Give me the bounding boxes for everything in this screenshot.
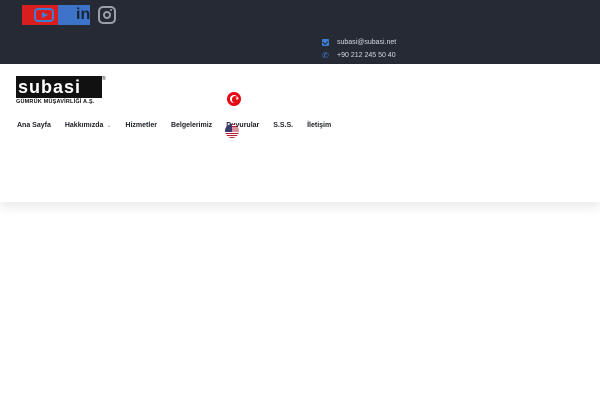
phone-text[interactable]: +90 212 245 50 40: [337, 49, 396, 62]
email-row[interactable]: subasi@subasi.net: [322, 36, 396, 49]
top-bar: in subasi@subasi.net ✆ +90 212 245 50 40: [0, 0, 600, 64]
instagram-icon[interactable]: [98, 6, 116, 24]
nav-label: S.S.S.: [273, 122, 294, 129]
phone-row[interactable]: ✆ +90 212 245 50 40: [322, 49, 396, 62]
turkey-flag-icon[interactable]: ★: [227, 92, 241, 106]
logo-registered: ®: [102, 76, 106, 82]
site-header: subasi ® GÜMRÜK MÜŞAVİRLİĞİ A.Ş. Ana Say…: [0, 64, 600, 202]
site-logo[interactable]: subasi ® GÜMRÜK MÜŞAVİRLİĞİ A.Ş.: [16, 76, 108, 106]
linkedin-label: in: [76, 6, 91, 23]
chevron-down-icon: ⌄: [106, 123, 112, 129]
phone-icon: ✆: [322, 51, 329, 60]
nav-label: Belgelerimiz: [170, 122, 213, 129]
nav-label: İletişim: [307, 122, 332, 129]
nav-label: Hizmetler: [125, 122, 157, 129]
nav-label: Ana Sayfa: [17, 122, 51, 129]
nav-label: Hakkımızda: [64, 122, 104, 129]
logo-tagline: GÜMRÜK MÜŞAVİRLİĞİ A.Ş.: [16, 99, 95, 105]
nav-item-belgelerimiz[interactable]: Belgelerimiz: [171, 122, 212, 129]
contact-info: subasi@subasi.net ✆ +90 212 245 50 40: [322, 36, 396, 62]
main-nav: Ana Sayfa Hakkımızda ⌄ Hizmetler Belgeler…: [17, 122, 345, 129]
flag-canton: [225, 124, 232, 132]
star-icon: ★: [235, 95, 240, 102]
nav-item-sss[interactable]: S.S.S.: [273, 122, 293, 129]
email-text[interactable]: subasi@subasi.net: [337, 36, 396, 49]
logo-word: subasi: [18, 77, 82, 97]
usa-flag-icon[interactable]: [225, 124, 239, 138]
nav-item-ana-sayfa[interactable]: Ana Sayfa: [17, 122, 51, 129]
mail-icon: [322, 39, 329, 46]
nav-item-hizmetler[interactable]: Hizmetler: [125, 122, 157, 129]
nav-item-iletisim[interactable]: İletişim: [307, 122, 331, 129]
nav-item-hakkimizda[interactable]: Hakkımızda ⌄: [65, 122, 112, 129]
youtube-play-icon: [34, 8, 54, 22]
